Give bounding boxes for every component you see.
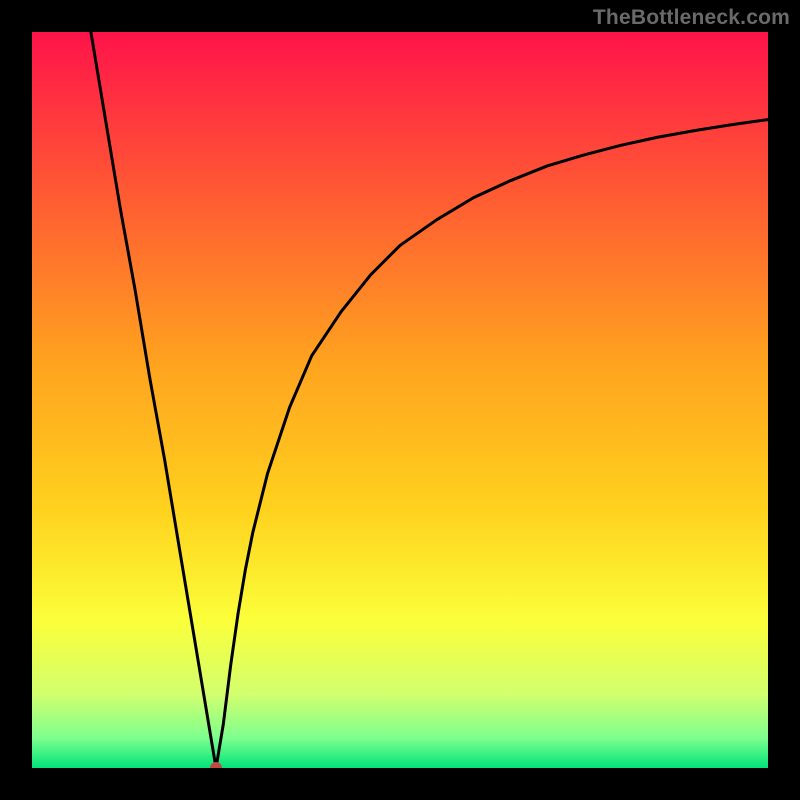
curve-layer <box>32 32 768 768</box>
watermark-text: TheBottleneck.com <box>593 6 790 30</box>
minimum-marker-icon <box>210 762 222 768</box>
plot-area <box>32 32 768 768</box>
bottleneck-curve <box>91 32 768 768</box>
chart-frame: TheBottleneck.com <box>0 0 800 800</box>
